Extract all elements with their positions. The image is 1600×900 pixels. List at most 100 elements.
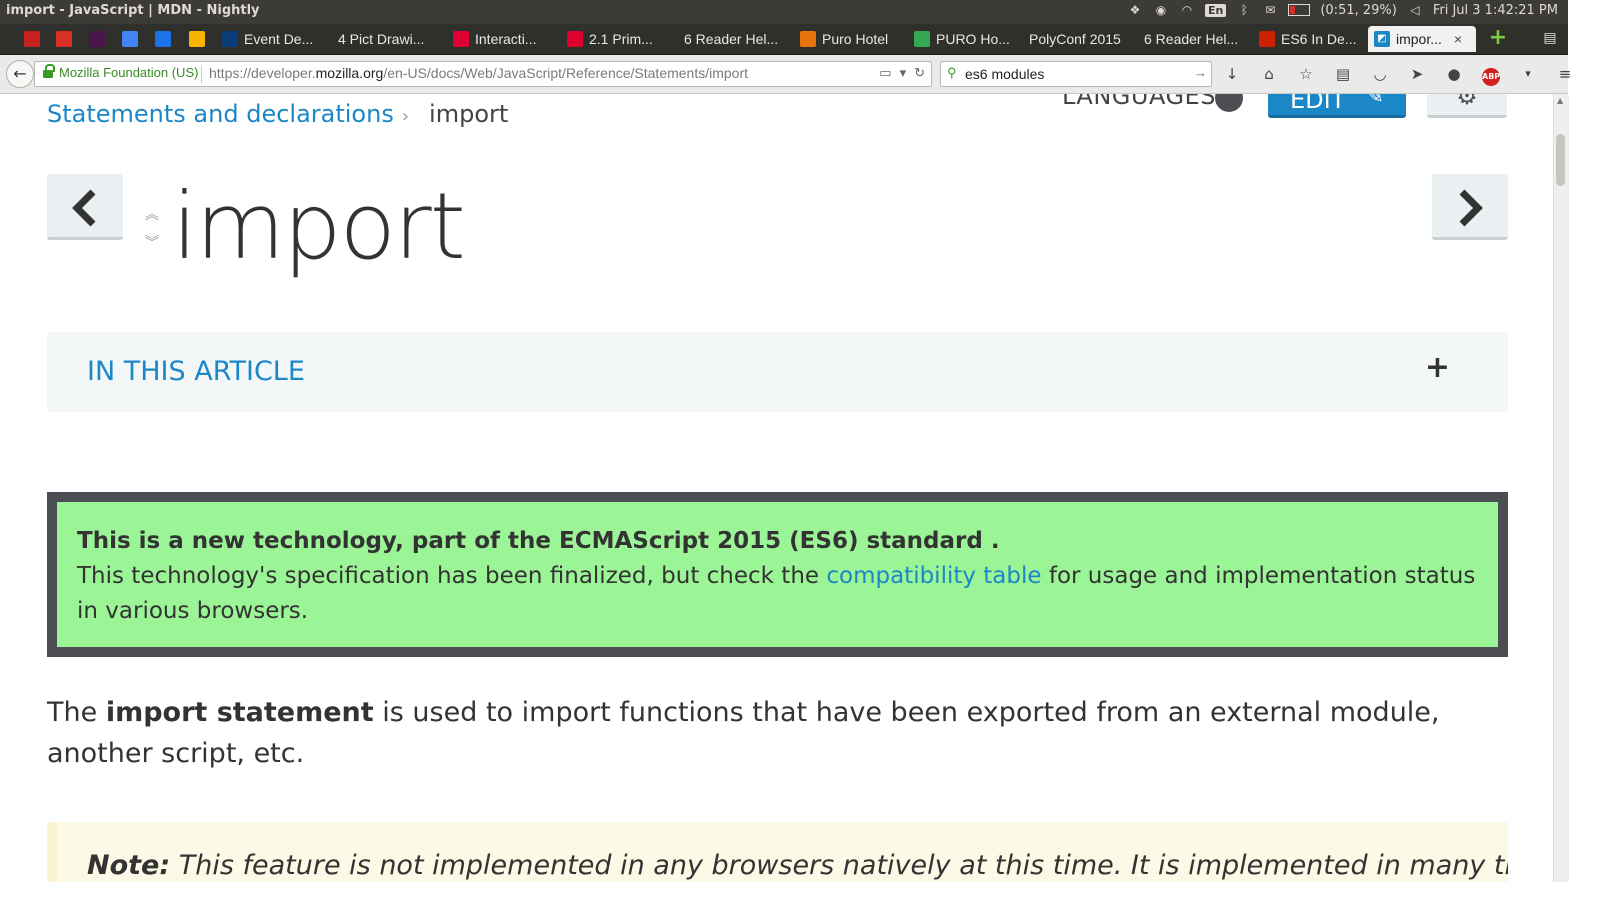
- adblock-icon[interactable]: ABP: [1481, 64, 1501, 86]
- chevron-double-up-icon[interactable]: ︽: [145, 208, 161, 222]
- tab-12[interactable]: PURO Ho...: [914, 26, 1010, 52]
- tab-15[interactable]: ES6 In De...: [1259, 26, 1356, 52]
- home-icon[interactable]: ⌂: [1259, 64, 1279, 84]
- previous-page-button[interactable]: [47, 174, 123, 240]
- downloads-icon[interactable]: ↓: [1222, 64, 1242, 84]
- search-engine-icon[interactable]: ⚲: [947, 65, 957, 81]
- tab-5[interactable]: [189, 26, 205, 52]
- url-separator: [201, 65, 202, 83]
- reload-icon[interactable]: ↻: [914, 65, 925, 81]
- note-label: Note:: [87, 850, 171, 881]
- pocket-icon[interactable]: ◡: [1370, 64, 1390, 84]
- chevron-right-icon: [1459, 189, 1483, 227]
- tab-label: 6 Reader Hel...: [1144, 31, 1239, 47]
- tab-8[interactable]: Interacti...: [453, 26, 536, 52]
- breadcrumb-current: import: [429, 100, 509, 128]
- tab-6[interactable]: Event De...: [222, 26, 313, 52]
- new-tab-button[interactable]: +: [1488, 27, 1508, 49]
- bluetooth-icon[interactable]: ᛒ: [1236, 2, 1252, 18]
- globe-icon[interactable]: [1215, 94, 1243, 112]
- summary-bold: import statement: [105, 697, 374, 728]
- gear-icon: ⚙: [1456, 94, 1478, 110]
- search-bar[interactable]: ⚲ →: [940, 61, 1212, 87]
- url-bar[interactable]: Mozilla Foundation (US) https://develope…: [34, 61, 932, 87]
- scrollbar-thumb[interactable]: [1556, 134, 1565, 186]
- lock-icon[interactable]: [43, 64, 55, 78]
- section-navigation: ︽ ︾: [145, 208, 161, 250]
- mail-icon[interactable]: ✉: [1262, 2, 1278, 18]
- tab-11[interactable]: Puro Hotel: [800, 26, 888, 52]
- bookmark-star-icon[interactable]: ☆: [1296, 64, 1316, 84]
- dropdown-icon[interactable]: ▾: [900, 65, 907, 81]
- navigation-toolbar: ← Mozilla Foundation (US) https://develo…: [0, 55, 1571, 94]
- hamburger-menu-icon[interactable]: ≡: [1555, 64, 1575, 84]
- tab-active[interactable]: ◩ impor... ×: [1368, 26, 1476, 52]
- reader-view-icon[interactable]: ▭: [879, 65, 891, 81]
- edit-label: EDIT: [1290, 94, 1346, 114]
- list-all-tabs-icon[interactable]: ▤: [1540, 28, 1560, 48]
- compatibility-table-link[interactable]: compatibility table: [826, 563, 1041, 589]
- search-go-icon[interactable]: →: [1194, 65, 1207, 80]
- slack-icon: [89, 31, 105, 47]
- note-box: Note: This feature is not implemented in…: [47, 822, 1508, 882]
- chat-icon[interactable]: ●: [1444, 64, 1464, 84]
- tab-3[interactable]: [122, 26, 138, 52]
- system-top-bar: import - JavaScript | MDN - Nightly ❖ ◉ …: [0, 0, 1568, 24]
- in-this-article-title[interactable]: IN THIS ARTICLE: [87, 356, 305, 387]
- mdn-icon: [222, 31, 238, 47]
- edit-button[interactable]: EDIT ✎: [1268, 94, 1406, 118]
- star-icon: [1259, 31, 1275, 47]
- scroll-up-icon[interactable]: ▲: [1557, 96, 1563, 105]
- close-icon[interactable]: ×: [1454, 31, 1462, 47]
- chrome-icon[interactable]: ◉: [1153, 2, 1169, 18]
- orange-circle-icon: [800, 31, 816, 47]
- keyboard-layout-indicator[interactable]: En: [1204, 3, 1227, 17]
- bookmarks-menu-icon[interactable]: ▤: [1333, 64, 1353, 84]
- tab-2[interactable]: [89, 26, 105, 52]
- battery-status: (0:51, 29%): [1320, 2, 1397, 18]
- url-text[interactable]: https://developer.mozilla.org/en-US/docs…: [209, 65, 748, 81]
- tab-7[interactable]: 4 Pict Drawi...: [338, 26, 424, 52]
- send-icon[interactable]: ➤: [1407, 64, 1427, 84]
- note-text: This feature is not implemented in any b…: [170, 850, 1508, 881]
- clock[interactable]: Fri Jul 3 1:42:21 PM: [1433, 3, 1558, 18]
- tab-label: impor...: [1396, 31, 1442, 47]
- tab-13[interactable]: PolyConf 2015: [1029, 26, 1121, 52]
- tab-14[interactable]: 6 Reader Hel...: [1144, 26, 1238, 52]
- tab-1[interactable]: [56, 26, 72, 52]
- url-prefix: https://developer.: [209, 65, 316, 81]
- tab-label: 4 Pict Drawi...: [338, 31, 425, 47]
- summary-paragraph: The import statement is used to import f…: [47, 692, 1467, 774]
- pencil-icon: ✎: [1365, 94, 1384, 109]
- wifi-icon[interactable]: ◠: [1179, 2, 1195, 18]
- volume-muted-icon[interactable]: ◁: [1407, 2, 1423, 18]
- expand-plus-icon[interactable]: +: [1425, 350, 1450, 385]
- back-button[interactable]: ←: [6, 60, 34, 88]
- battery-icon[interactable]: [1288, 4, 1311, 16]
- tab-0[interactable]: [24, 26, 40, 52]
- adblock-dropdown-icon[interactable]: ▾: [1518, 64, 1538, 84]
- dropbox-icon[interactable]: ❖: [1127, 2, 1143, 18]
- calendar-icon: [155, 31, 171, 47]
- tab-label: PolyConf 2015: [1029, 31, 1121, 47]
- angular-icon: [453, 31, 469, 47]
- notice-text-before: This technology's specification has been…: [77, 563, 827, 589]
- in-this-article-panel[interactable]: IN THIS ARTICLE +: [47, 332, 1508, 412]
- chevron-double-down-icon[interactable]: ︾: [145, 236, 161, 250]
- next-page-button[interactable]: [1432, 174, 1508, 240]
- drive-icon: [122, 31, 138, 47]
- search-input[interactable]: [963, 64, 1187, 84]
- system-tray: ❖ ◉ ◠ En ᛒ ✉ (0:51, 29%) ◁ Fri Jul 3 1:4…: [1127, 2, 1558, 18]
- tab-10[interactable]: 6 Reader Hel...: [684, 26, 778, 52]
- languages-button[interactable]: LANGUAGES: [1062, 94, 1216, 110]
- page-scrollbar[interactable]: ▲: [1553, 94, 1569, 882]
- site-identity[interactable]: Mozilla Foundation (US): [59, 65, 198, 80]
- breadcrumb-link-statements[interactable]: Statements and declarations: [47, 100, 394, 128]
- tab-9[interactable]: 2.1 Prim...: [567, 26, 653, 52]
- window-title: import - JavaScript | MDN - Nightly: [6, 3, 260, 18]
- back-arrow-icon: ←: [13, 64, 27, 83]
- tab-label: ES6 In De...: [1281, 31, 1357, 47]
- tab-4[interactable]: [155, 26, 171, 52]
- settings-gear-button[interactable]: ⚙: [1427, 94, 1507, 118]
- page-content: Statements and declarations › import LANGU…: [0, 94, 1552, 882]
